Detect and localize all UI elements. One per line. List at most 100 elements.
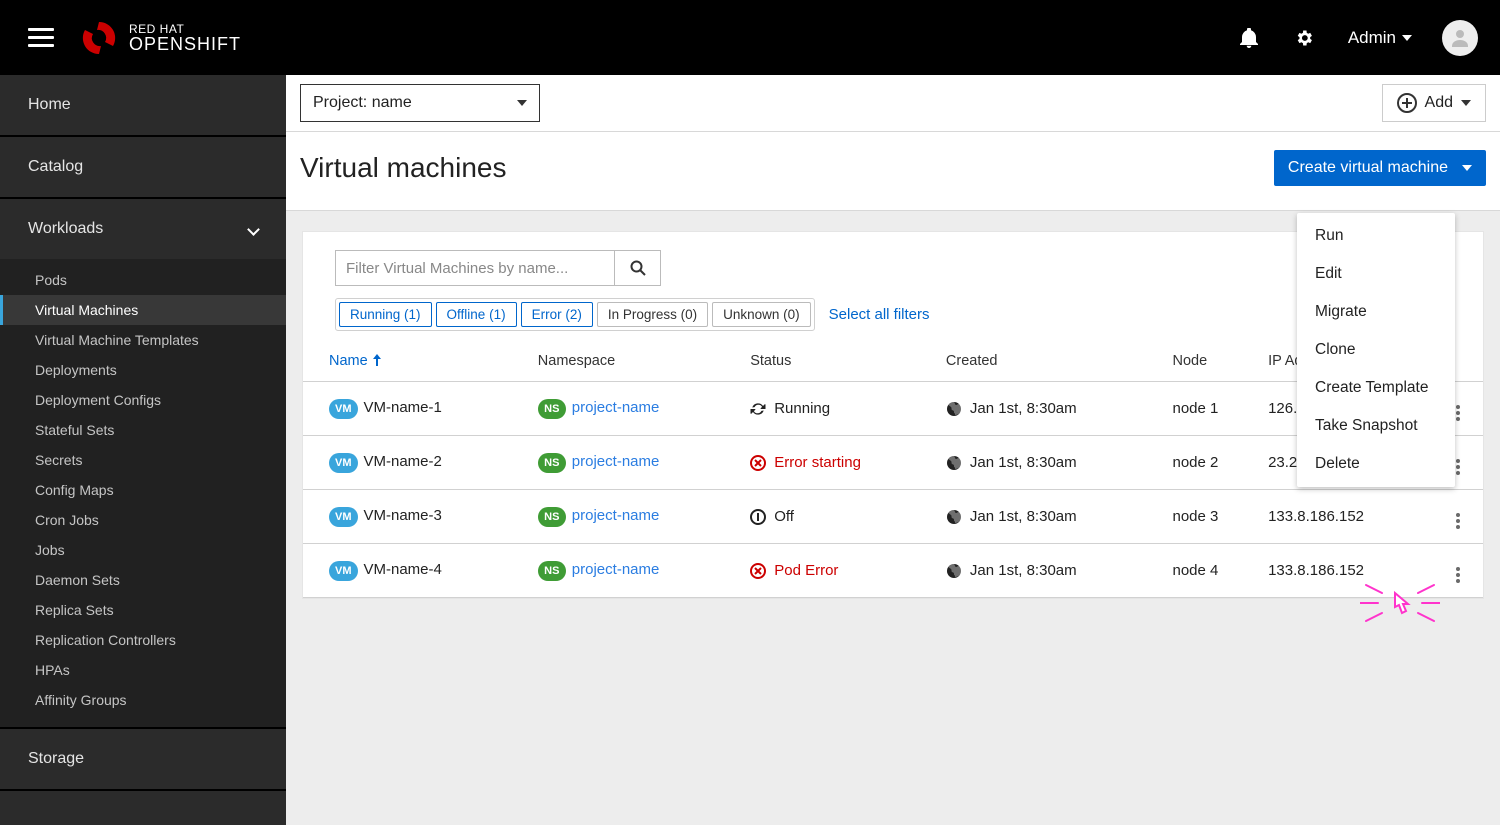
vm-badge-icon: VM	[329, 561, 358, 581]
sidebar-section-home[interactable]: Home	[0, 75, 286, 135]
menu-item-create-template[interactable]: Create Template	[1297, 369, 1455, 407]
brand-logo[interactable]: RED HAT OPENSHIFT	[79, 18, 241, 58]
created-text: Jan 1st, 8:30am	[970, 562, 1077, 579]
settings-gear-icon[interactable]	[1294, 28, 1314, 48]
ns-badge-icon: NS	[538, 507, 566, 527]
namespace-link[interactable]: project-name	[572, 399, 660, 416]
menu-item-migrate[interactable]: Migrate	[1297, 293, 1455, 331]
menu-item-clone[interactable]: Clone	[1297, 331, 1455, 369]
row-actions-menu: RunEditMigrateCloneCreate TemplateTake S…	[1297, 213, 1455, 487]
sidebar-item-deployment-configs[interactable]: Deployment Configs	[0, 385, 286, 415]
user-name: Admin	[1348, 28, 1396, 48]
sidebar-item-pods[interactable]: Pods	[0, 265, 286, 295]
sidebar-section-workloads[interactable]: Workloads	[0, 199, 286, 259]
page-title: Virtual machines	[300, 152, 506, 184]
project-selector[interactable]: Project: name	[300, 84, 540, 122]
sync-icon	[750, 401, 766, 417]
vm-name[interactable]: VM-name-4	[364, 561, 442, 578]
sidebar-section-label: Storage	[28, 750, 84, 768]
ns-badge-icon: NS	[538, 399, 566, 419]
col-name[interactable]: Name	[303, 341, 530, 382]
col-node[interactable]: Node	[1165, 341, 1261, 382]
sidebar-item-cron-jobs[interactable]: Cron Jobs	[0, 505, 286, 535]
sidebar-section-storage[interactable]: Storage	[0, 729, 286, 789]
caret-down-icon	[1462, 165, 1472, 171]
node-text: node 3	[1165, 490, 1261, 544]
menu-item-take-snapshot[interactable]: Take Snapshot	[1297, 407, 1455, 445]
filter-chip-2[interactable]: Error (2)	[521, 302, 593, 327]
notifications-icon[interactable]	[1240, 28, 1258, 48]
search-input[interactable]	[335, 250, 615, 286]
create-vm-button[interactable]: Create virtual machine	[1274, 150, 1486, 186]
created-text: Jan 1st, 8:30am	[970, 508, 1077, 525]
kebab-icon	[1456, 567, 1460, 583]
project-toolbar: Project: name Add	[286, 75, 1500, 132]
create-vm-label: Create virtual machine	[1288, 159, 1448, 177]
sidebar-section-catalog[interactable]: Catalog	[0, 137, 286, 197]
sidebar-item-daemon-sets[interactable]: Daemon Sets	[0, 565, 286, 595]
col-created[interactable]: Created	[938, 341, 1165, 382]
globe-icon	[946, 401, 962, 417]
error-circle-icon	[750, 455, 766, 471]
sidebar-item-virtual-machine-templates[interactable]: Virtual Machine Templates	[0, 325, 286, 355]
sidebar-item-deployments[interactable]: Deployments	[0, 355, 286, 385]
sidebar-item-replica-sets[interactable]: Replica Sets	[0, 595, 286, 625]
avatar[interactable]	[1442, 20, 1478, 56]
col-status[interactable]: Status	[742, 341, 938, 382]
sort-asc-icon	[372, 354, 382, 366]
status-text: Off	[774, 508, 794, 525]
filter-chip-4[interactable]: Unknown (0)	[712, 302, 811, 327]
vm-badge-icon: VM	[329, 399, 358, 419]
caret-down-icon	[517, 100, 527, 106]
select-all-filters-link[interactable]: Select all filters	[829, 306, 930, 323]
namespace-link[interactable]: project-name	[572, 453, 660, 470]
sidebar-item-affinity-groups[interactable]: Affinity Groups	[0, 685, 286, 715]
filter-chip-0[interactable]: Running (1)	[339, 302, 432, 327]
ip-text: 133.8.186.152	[1260, 544, 1433, 598]
menu-item-run[interactable]: Run	[1297, 217, 1455, 255]
kebab-icon	[1456, 405, 1460, 421]
row-kebab-button[interactable]	[1433, 544, 1483, 598]
table-row: VM VM-name-3 NS project-name Off Jan 1st, 8:3…	[303, 490, 1483, 544]
table-row: VM VM-name-4 NS project-name Pod Error Jan 1s…	[303, 544, 1483, 598]
page-titlebar: Virtual machines Create virtual machine	[286, 132, 1500, 211]
sidebar-item-hpas[interactable]: HPAs	[0, 655, 286, 685]
off-circle-icon	[750, 509, 766, 525]
row-kebab-button[interactable]	[1433, 490, 1483, 544]
search-button[interactable]	[615, 250, 661, 286]
vm-name[interactable]: VM-name-1	[364, 399, 442, 416]
sidebar-section-label: Home	[28, 96, 71, 114]
add-button[interactable]: Add	[1382, 84, 1486, 122]
error-circle-icon	[750, 563, 766, 579]
globe-icon	[946, 455, 962, 471]
plus-circle-icon	[1397, 93, 1417, 113]
sidebar: Home Catalog Workloads PodsVirtual Machines…	[0, 75, 286, 825]
sidebar-section-label: Workloads	[28, 220, 103, 238]
kebab-icon	[1456, 513, 1460, 529]
namespace-link[interactable]: project-name	[572, 507, 660, 524]
sidebar-item-replication-controllers[interactable]: Replication Controllers	[0, 625, 286, 655]
sidebar-item-jobs[interactable]: Jobs	[0, 535, 286, 565]
add-label: Add	[1425, 94, 1453, 112]
namespace-link[interactable]: project-name	[572, 561, 660, 578]
sidebar-item-stateful-sets[interactable]: Stateful Sets	[0, 415, 286, 445]
filter-chip-3[interactable]: In Progress (0)	[597, 302, 708, 327]
menu-item-delete[interactable]: Delete	[1297, 445, 1455, 483]
vm-badge-icon: VM	[329, 453, 358, 473]
menu-toggle-icon[interactable]	[28, 23, 54, 52]
col-namespace[interactable]: Namespace	[530, 341, 742, 382]
status-text: Error starting	[774, 454, 861, 471]
vm-name[interactable]: VM-name-2	[364, 453, 442, 470]
node-text: node 4	[1165, 544, 1261, 598]
filter-chip-1[interactable]: Offline (1)	[436, 302, 517, 327]
vm-badge-icon: VM	[329, 507, 358, 527]
vm-name[interactable]: VM-name-3	[364, 507, 442, 524]
ns-badge-icon: NS	[538, 561, 566, 581]
status-text: Pod Error	[774, 562, 838, 579]
user-menu[interactable]: Admin	[1348, 28, 1412, 48]
kebab-icon	[1456, 459, 1460, 475]
sidebar-item-secrets[interactable]: Secrets	[0, 445, 286, 475]
sidebar-item-virtual-machines[interactable]: Virtual Machines	[0, 295, 286, 325]
menu-item-edit[interactable]: Edit	[1297, 255, 1455, 293]
sidebar-item-config-maps[interactable]: Config Maps	[0, 475, 286, 505]
